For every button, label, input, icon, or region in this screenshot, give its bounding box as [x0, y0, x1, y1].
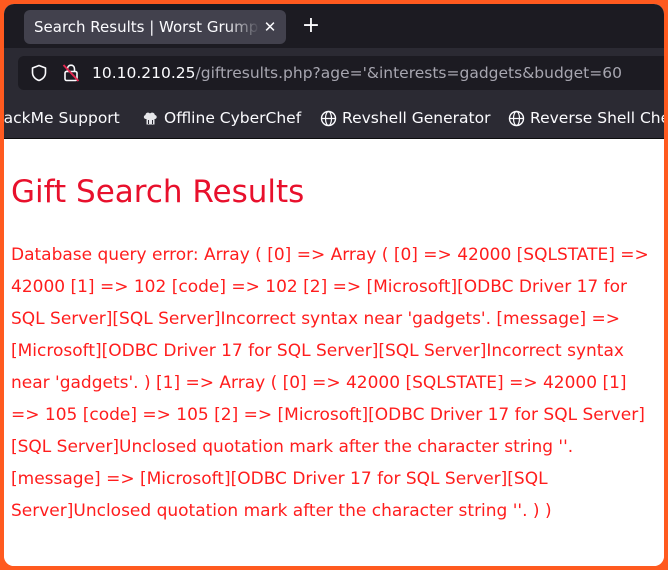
- bookmark-label: HackMe Support: [4, 109, 120, 127]
- bookmarks-toolbar: HackMe Support Offline CyberChef Revshel…: [4, 98, 664, 139]
- bookmark-offline-cyberchef[interactable]: Offline CyberChef: [142, 98, 301, 138]
- insecure-lock-icon[interactable]: [62, 63, 80, 83]
- url-bar[interactable]: 10.10.210.25/giftresults.php?age='&inter…: [18, 56, 664, 90]
- url-path: /giftresults.php?age='&interests=gadgets…: [195, 64, 622, 82]
- database-error-message: Database query error: Array ( [0] => Arr…: [11, 245, 649, 521]
- navigation-bar: 10.10.210.25/giftresults.php?age='&inter…: [4, 48, 664, 98]
- globe-icon: [320, 110, 337, 126]
- bookmark-hackme-support[interactable]: HackMe Support: [4, 98, 120, 138]
- browser-window: Search Results | Worst Grumpy ✕ + 10.10.…: [4, 4, 664, 566]
- shield-icon[interactable]: [30, 64, 48, 82]
- bookmark-label: Offline CyberChef: [164, 109, 302, 127]
- bookmark-reverse-shell-cheat[interactable]: Reverse Shell Cheat: [508, 98, 664, 138]
- plus-icon: +: [301, 13, 321, 38]
- bookmark-label: Revshell Generator: [342, 109, 491, 127]
- tab-search-results[interactable]: Search Results | Worst Grumpy ✕: [24, 10, 286, 44]
- page-content: Gift Search Results Database query error…: [4, 139, 664, 566]
- url-host: 10.10.210.25: [92, 64, 196, 82]
- new-tab-button[interactable]: +: [300, 14, 322, 40]
- url-text[interactable]: 10.10.210.25/giftresults.php?age='&inter…: [92, 64, 622, 82]
- close-icon[interactable]: ✕: [262, 18, 278, 36]
- tab-title: Search Results | Worst Grumpy: [34, 18, 260, 36]
- bookmark-label: Reverse Shell Cheat: [530, 109, 664, 127]
- chef-icon: [143, 112, 157, 124]
- page-title: Gift Search Results: [11, 174, 305, 210]
- globe-icon: [508, 110, 525, 126]
- bookmark-revshell-generator[interactable]: Revshell Generator: [320, 98, 490, 138]
- tab-bar: Search Results | Worst Grumpy ✕ +: [4, 4, 664, 48]
